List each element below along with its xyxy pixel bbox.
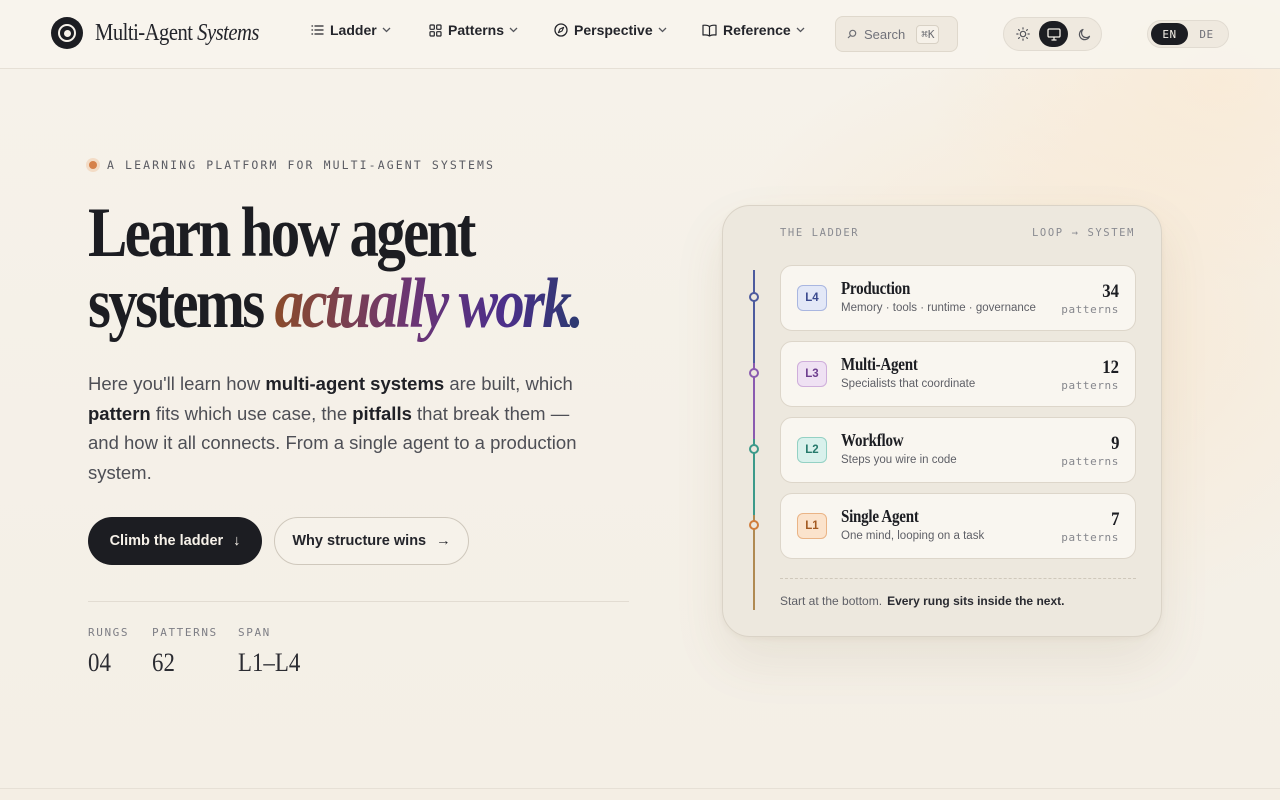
chevron-down-icon [382,27,391,33]
why-structure-button[interactable]: Why structure wins → [274,517,469,565]
rung-title: Single Agent [841,506,919,526]
page-bottom-edge [0,788,1280,800]
top-nav-bar: Multi-Agent Systems Ladder Patterns Pers… [0,0,1280,69]
rung-title: Production [841,278,911,298]
rung-unit: patterns [1061,531,1119,544]
nav-reference[interactable]: Reference [702,22,805,38]
rung-count: 34 [1102,281,1119,302]
rung-count: 9 [1110,433,1119,454]
rung-badge: L4 [797,285,827,311]
rung-badge: L3 [797,361,827,387]
chevron-down-icon [796,27,805,33]
stat-span: SPAN L1–L4 [238,626,309,678]
rung-node-l3 [749,368,759,378]
rung-subtitle: Memory · tools · runtime · governance [841,302,1036,314]
nav-patterns-label: Patterns [448,22,505,38]
rung-badge: L1 [797,513,827,539]
brand-link[interactable]: Multi-Agent Systems [51,17,286,49]
ladder-rail-segment [753,270,755,363]
stat-value: 04 [88,648,111,677]
rung-title: Multi-Agent [841,354,918,374]
list-icon [311,25,324,35]
chevron-down-icon [509,27,518,33]
nav-patterns[interactable]: Patterns [429,22,518,38]
rung-title: Workflow [841,430,904,450]
theme-system-button[interactable] [1039,21,1068,47]
moon-icon [1078,28,1091,40]
theme-light-button[interactable] [1008,21,1037,47]
search-button[interactable]: Search ⌘K [835,16,958,52]
climb-ladder-label: Climb the ladder [109,533,224,549]
nav-perspective[interactable]: Perspective [554,22,667,38]
stat-patterns: PATTERNS 62 [152,626,218,678]
theme-switcher [1003,17,1102,51]
stat-key: RUNGS [88,626,130,639]
footer-plain: Start at the bottom. [780,594,883,608]
book-icon [702,24,717,37]
arrow-down-icon: ↓ [233,533,241,549]
stats-divider [88,601,629,602]
nav-ladder[interactable]: Ladder [311,22,391,38]
nav-perspective-label: Perspective [574,22,653,38]
status-dot-icon [86,158,100,172]
rung-unit: patterns [1061,455,1119,468]
arrow-right-icon: → [436,533,451,549]
search-icon [847,29,857,39]
rung-card-l2[interactable]: L2 Workflow Steps you wire in code 9 pat… [780,417,1136,483]
nav-reference-label: Reference [723,22,791,38]
footer-bold: Every rung sits inside the next. [887,594,1065,608]
rung-unit: patterns [1061,303,1119,316]
hero-headline: Learn how agent systems actually work. [88,198,586,340]
stat-key: SPAN [238,626,271,639]
rung-count: 7 [1110,509,1119,530]
search-label: Search [864,26,906,42]
monitor-icon [1046,27,1061,41]
brand-name: Multi-Agent Systems [95,19,259,46]
language-switcher: EN DE [1147,20,1229,48]
chevron-down-icon [658,27,667,33]
lang-en-button[interactable]: EN [1151,23,1188,45]
stat-rungs: RUNGS 04 [88,626,129,678]
eyebrow-text: A LEARNING PLATFORM FOR MULTI-AGENT SYST… [107,158,496,172]
why-structure-label: Why structure wins [292,533,427,549]
headline-accent: actually work. [274,265,584,343]
rung-node-l2 [749,444,759,454]
rung-count: 12 [1102,357,1119,378]
rung-badge: L2 [797,437,827,463]
stat-key: PATTERNS [152,626,218,639]
rung-node-l1 [749,520,759,530]
headline-line-2: systems [88,265,265,343]
hero-lede: Here you'll learn how multi-agent system… [88,373,577,483]
card-divider [780,578,1136,579]
rung-subtitle: Steps you wire in code [841,454,957,466]
nav-ladder-label: Ladder [330,22,377,38]
compass-icon [554,23,568,37]
climb-ladder-button[interactable]: Climb the ladder ↓ [88,517,262,565]
stat-value: L1–L4 [238,648,301,677]
rung-card-l4[interactable]: L4 Production Memory · tools · runtime ·… [780,265,1136,331]
rung-unit: patterns [1061,379,1119,392]
sun-icon [1015,27,1030,41]
ladder-footer: Start at the bottom. Every rung sits insi… [780,594,1064,608]
ladder-direction: LOOP → SYSTEM [1032,227,1135,239]
rung-subtitle: One mind, looping on a task [841,530,985,542]
search-shortcut: ⌘K [916,24,940,44]
ladder-card: THE LADDER LOOP → SYSTEM L4 Production M… [722,205,1162,637]
rung-card-l3[interactable]: L3 Multi-Agent Specialists that coordina… [780,341,1136,407]
rung-card-l1[interactable]: L1 Single Agent One mind, looping on a t… [780,493,1136,559]
ladder-heading: THE LADDER [780,227,860,239]
headline-line-1: Learn how agent [88,194,476,272]
rung-subtitle: Specialists that coordinate [841,378,976,390]
rung-node-l4 [749,292,759,302]
stat-value: 62 [152,648,175,677]
grid-icon [429,23,442,37]
lang-de-button[interactable]: DE [1188,23,1225,45]
hero-eyebrow: A LEARNING PLATFORM FOR MULTI-AGENT SYST… [86,158,495,172]
brand-logo-icon [51,17,83,49]
theme-dark-button[interactable] [1070,21,1099,47]
